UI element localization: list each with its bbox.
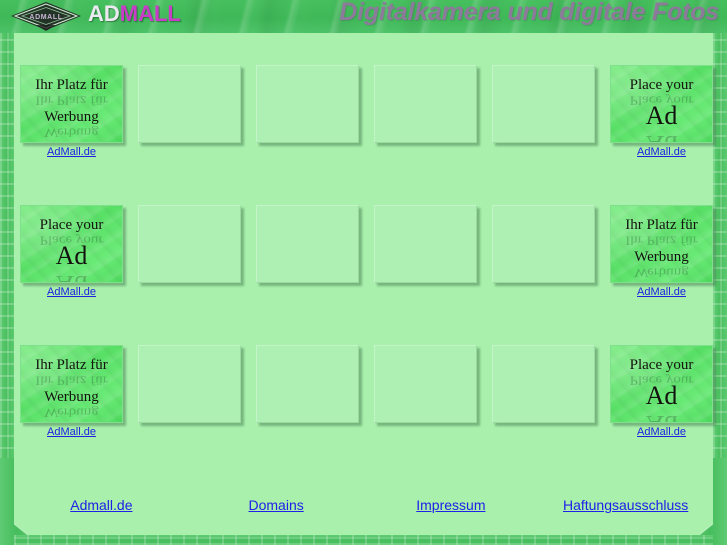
ad-text-reflection: Ihr Platz für [35, 373, 108, 387]
footer-link-domains[interactable]: Domains [249, 497, 304, 513]
ad-text-line-2: Ad [645, 101, 678, 130]
ad-placeholder-box[interactable] [374, 205, 477, 283]
ad-slot-empty[interactable] [138, 65, 243, 175]
ad-link-admall[interactable]: AdMall.de [610, 286, 713, 298]
ad-placeholder-box[interactable] [492, 205, 595, 283]
ad-text-line-2: Ad [645, 381, 678, 410]
ad-placeholder-box[interactable] [256, 65, 359, 143]
ad-banner[interactable]: Ihr Platz für Ihr Platz für Werbung Werbung [20, 345, 123, 423]
footer-bottom-bar [14, 535, 713, 545]
admall-diamond-logo-icon: ADMALL [11, 2, 81, 31]
ad-placeholder-box[interactable] [374, 345, 477, 423]
ad-slot-empty[interactable] [138, 205, 243, 315]
ad-placeholder-box[interactable] [374, 65, 477, 143]
ad-link-admall[interactable]: AdMall.de [20, 426, 123, 438]
ad-banner[interactable]: Place yourPlace yourAdAd [610, 65, 713, 143]
ad-slot-empty[interactable] [256, 65, 361, 175]
ad-text-line-1: Place your [629, 357, 694, 373]
ad-link-admall[interactable]: AdMall.de [20, 286, 123, 298]
ad-text-reflection: Werbung [44, 125, 99, 139]
ad-text-line-2: Ad [55, 241, 88, 270]
ad-slot-empty[interactable] [256, 205, 361, 315]
ad-slot-empty[interactable] [138, 345, 243, 455]
ad-text-line-2: Werbung [634, 249, 689, 265]
content-area: Ihr Platz für Ihr Platz für Werbung Werbung… [0, 33, 727, 545]
ad-text-line-1: Place your [39, 217, 104, 233]
ad-slot-filled[interactable]: Ihr Platz für Ihr Platz für Werbung Werbung… [20, 65, 125, 175]
ad-banner[interactable]: Place yourPlace yourAdAd [610, 345, 713, 423]
ad-text-line-1: Ihr Platz für [35, 357, 108, 373]
ad-banner[interactable]: Ihr Platz für Ihr Platz für Werbung Werbung [20, 65, 123, 143]
logo-wordmark-mall: MALL [119, 1, 181, 26]
footer-link-haftungsausschluss[interactable]: Haftungsausschluss [563, 497, 688, 513]
ad-slot-filled[interactable]: Place yourPlace yourAdAdAdMall.de [610, 345, 715, 455]
ad-link-admall[interactable]: AdMall.de [610, 426, 713, 438]
footer-nav-slot: Admall.de [14, 497, 189, 515]
page-title: Digitalkamera und digitale Fotos [339, 0, 719, 26]
footer-navigation: Admall.de Domains Impressum Haftungsausschl… [14, 495, 713, 517]
ad-placeholder-box[interactable] [492, 65, 595, 143]
ad-text-reflection: Ad [611, 411, 712, 422]
ad-text-reflection: Ad [611, 131, 712, 142]
ad-slot-empty[interactable] [256, 345, 361, 455]
ad-slot-empty[interactable] [374, 65, 479, 175]
ad-row: Place yourPlace yourAdAdAdMall.deIhr Pla… [14, 205, 713, 315]
ad-row: Ihr Platz für Ihr Platz für Werbung Werbung… [14, 65, 713, 175]
ad-text-reflection: Werbung [634, 265, 689, 279]
ad-link-admall[interactable]: AdMall.de [610, 146, 713, 158]
ad-placeholder-box[interactable] [138, 205, 241, 283]
ad-slot-filled[interactable]: Ihr Platz für Ihr Platz für Werbung Werbung… [20, 345, 125, 455]
ad-slot-empty[interactable] [492, 205, 597, 315]
footer-nav-slot: Haftungsausschluss [538, 497, 713, 515]
logo-wordmark: ADMALL [88, 1, 181, 27]
ad-banner[interactable]: Place yourPlace yourAdAd [20, 205, 123, 283]
ad-slot-empty[interactable] [374, 345, 479, 455]
ad-placeholder-box[interactable] [256, 345, 359, 423]
site-logo[interactable]: ADMALL ADMALL [4, 0, 194, 33]
footer-nav-slot: Impressum [364, 497, 539, 515]
ad-text-line-1: Ihr Platz für [625, 217, 698, 233]
logo-wordmark-ad: AD [88, 1, 120, 26]
ad-text-line-1: Ihr Platz für [35, 77, 108, 93]
ad-text-line-2: Werbung [44, 109, 99, 125]
ad-slot-filled[interactable]: Place yourPlace yourAdAdAdMall.de [20, 205, 125, 315]
ad-placeholder-box[interactable] [138, 65, 241, 143]
ad-text-reflection: Ihr Platz für [625, 233, 698, 247]
footer-link-impressum[interactable]: Impressum [416, 497, 485, 513]
ad-placeholder-box[interactable] [138, 345, 241, 423]
ad-placeholder-box[interactable] [492, 345, 595, 423]
ad-slot-filled[interactable]: Ihr Platz für Ihr Platz für Werbung Werbung… [610, 205, 715, 315]
ad-slot-empty[interactable] [492, 345, 597, 455]
ad-text-reflection: Ad [21, 271, 122, 282]
ad-row: Ihr Platz für Ihr Platz für Werbung Werbung… [14, 345, 713, 455]
ad-text-line-2: Werbung [44, 389, 99, 405]
ad-slot-empty[interactable] [492, 65, 597, 175]
ad-text-reflection: Werbung [44, 405, 99, 419]
ad-text-line-1: Place your [629, 77, 694, 93]
header-banner: ADMALL ADMALL Digitalkamera und digitale… [0, 0, 727, 33]
footer-nav-slot: Domains [189, 497, 364, 515]
ad-banner[interactable]: Ihr Platz für Ihr Platz für Werbung Werbung [610, 205, 713, 283]
ad-slot-filled[interactable]: Place yourPlace yourAdAdAdMall.de [610, 65, 715, 175]
logo-diamond-text: ADMALL [29, 14, 62, 21]
footer-link-admall-de[interactable]: Admall.de [70, 497, 132, 513]
ad-slot-empty[interactable] [374, 205, 479, 315]
ad-placeholder-box[interactable] [256, 205, 359, 283]
page-root: ADMALL ADMALL Digitalkamera und digitale… [0, 0, 727, 545]
ad-link-admall[interactable]: AdMall.de [20, 146, 123, 158]
ad-text-reflection: Ihr Platz für [35, 93, 108, 107]
